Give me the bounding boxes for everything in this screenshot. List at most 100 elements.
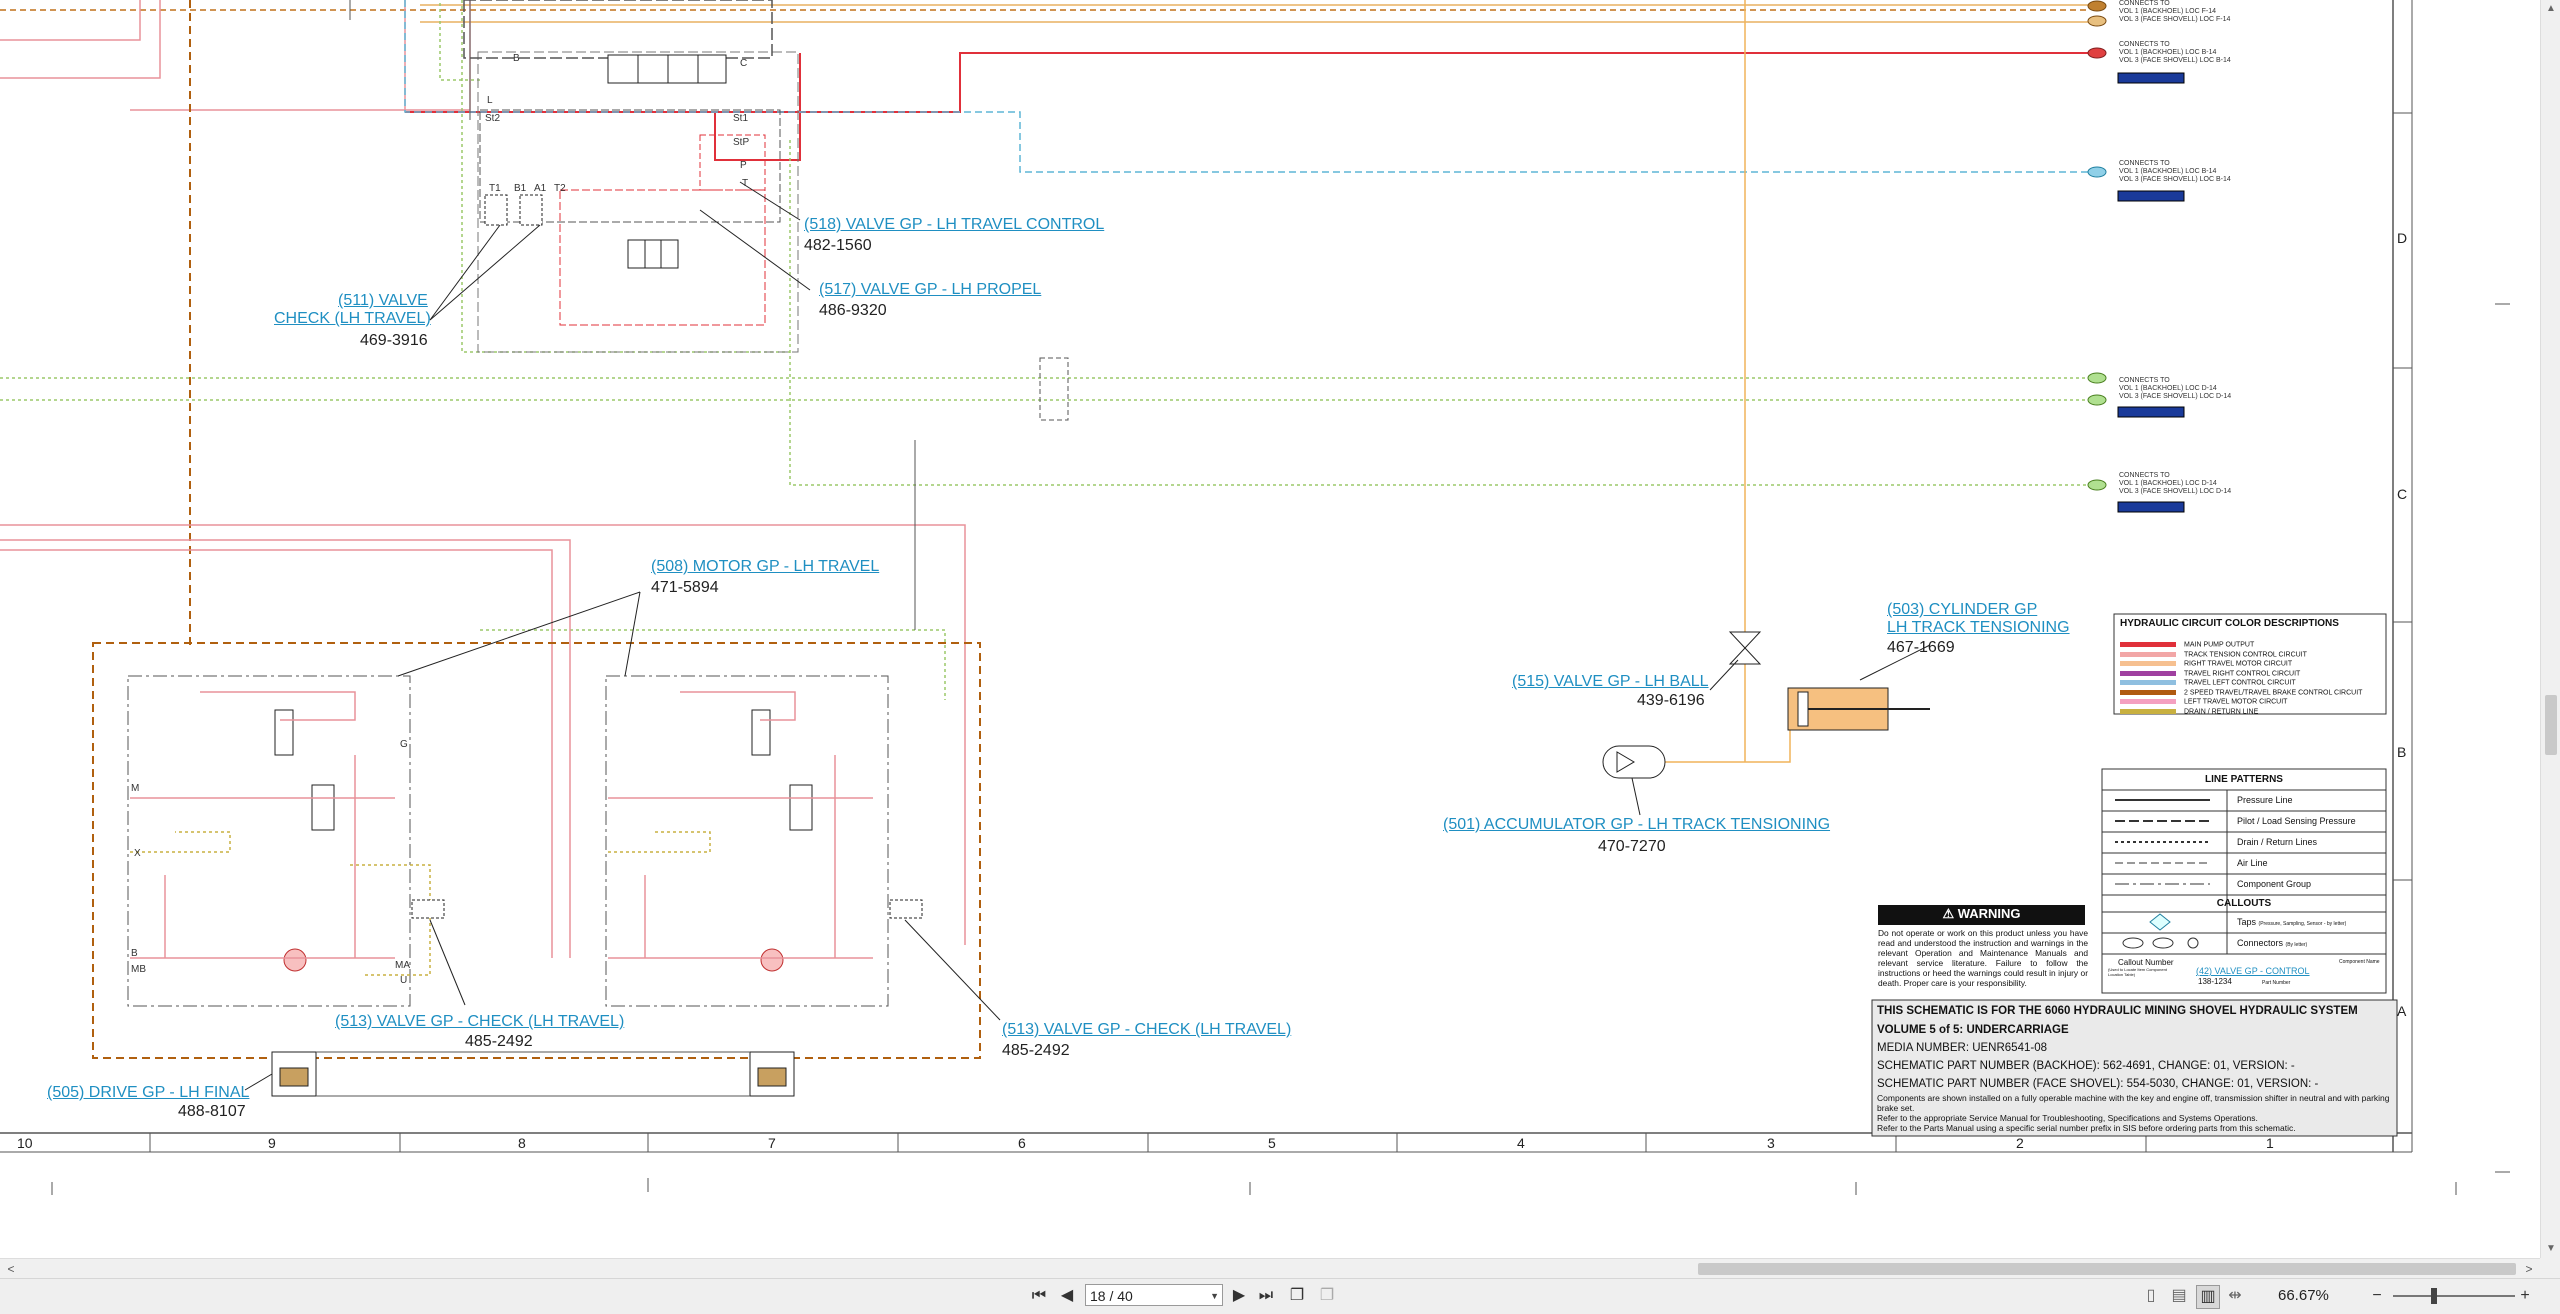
callout-505-link[interactable]: (505) DRIVE GP - LH FINAL <box>47 1084 249 1102</box>
connector-markers <box>2087 0 2107 491</box>
two-page-view-icon[interactable]: ▥ <box>2196 1285 2220 1309</box>
callout-513a-link[interactable]: (513) VALVE GP - CHECK (LH TRAVEL) <box>335 1013 624 1031</box>
port-u: U <box>400 975 408 986</box>
grid-row-c: C <box>2397 486 2408 502</box>
connector-note-1: CONNECTS TO VOL 1 (BACKHOEL) LOC F-14 VOL … <box>2119 0 2231 24</box>
port-t2: T2 <box>554 183 566 194</box>
color-legend-title: HYDRAULIC CIRCUIT COLOR DESCRIPTIONS <box>2120 618 2339 629</box>
last-page-icon[interactable]: ⏭ <box>1255 1285 1277 1307</box>
single-page-view-icon[interactable]: ▯ <box>2140 1285 2162 1307</box>
continuous-view-icon[interactable]: ▤ <box>2168 1285 2190 1307</box>
connector-note-4: CONNECTS TO VOL 1 (BACKHOEL) LOC D-14 VOL … <box>2119 377 2232 401</box>
callout-515-link[interactable]: (515) VALVE GP - LH BALL <box>1512 673 1709 691</box>
paste-page-icon[interactable]: ❐ <box>1315 1285 1339 1307</box>
copy-page-icon[interactable]: ❐ <box>1285 1285 1309 1307</box>
port-t1: T1 <box>489 183 501 194</box>
grid-col-1: 1 <box>2266 1135 2274 1151</box>
color-legend-item: 2 SPEED TRAVEL/TRAVEL BRAKE CONTROL CIRC… <box>2120 684 2362 696</box>
connector-note-2: CONNECTS TO VOL 1 (BACKHOEL) LOC B-14 VOL … <box>2119 41 2231 65</box>
color-legend-item: DRAIN / RETURN LINE <box>2120 703 2259 715</box>
zoom-out-icon[interactable]: − <box>2366 1285 2388 1307</box>
line-patterns-title: LINE PATTERNS <box>2205 774 2283 785</box>
viewer-toolbar: ⏮ ◀ 18 / 40 ▼ ▶ ⏭ ❐ ❐ ▯ ▤ ▥ ⇹ 66.67% − + <box>0 1278 2560 1314</box>
horizontal-scroll-thumb[interactable] <box>1698 1263 2516 1275</box>
scroll-left-icon[interactable]: < <box>2 1259 20 1279</box>
fit-width-icon[interactable]: ⇹ <box>2224 1285 2246 1307</box>
callout-number-sub: (Used to Locate Item Component Location … <box>2108 967 2167 977</box>
vertical-scrollbar[interactable]: ▲ ▼ <box>2540 0 2560 1258</box>
callout-503-link-2[interactable]: LH TRACK TENSIONING <box>1887 619 2070 637</box>
callout-511-link-2[interactable]: CHECK (LH TRAVEL) <box>274 310 431 328</box>
scrollbar-corner <box>2540 1258 2560 1278</box>
port-l: L <box>487 95 493 106</box>
port-b: B <box>513 53 520 64</box>
port-st2: St2 <box>485 113 501 124</box>
callout-511-part: 469-3916 <box>360 332 428 349</box>
callout-example-link: (42) VALVE GP - CONTROL <box>2196 966 2310 976</box>
title-block-line2: VOLUME 5 of 5: UNDERCARRIAGE <box>1877 1024 2069 1036</box>
port-ma: MA <box>395 960 410 971</box>
connector-note-5: CONNECTS TO VOL 1 (BACKHOEL) LOC D-14 VOL … <box>2119 472 2232 496</box>
page-number-input[interactable]: 18 / 40 ▼ <box>1085 1284 1223 1306</box>
pattern-air: Air Line <box>2237 858 2268 868</box>
port-m: M <box>131 783 140 794</box>
connectors-label: Connectors (By letter) <box>2237 938 2308 948</box>
warning-text: Do not operate or work on this product u… <box>1878 928 2088 989</box>
next-page-icon[interactable]: ▶ <box>1228 1285 1250 1307</box>
callout-511-link-1[interactable]: (511) VALVE <box>338 292 428 310</box>
callouts-title: CALLOUTS <box>2216 898 2272 909</box>
horizontal-scrollbar[interactable]: < > <box>0 1258 2540 1279</box>
schematic-canvas: 10 9 8 7 6 5 4 3 2 1 D C B A St2 St1 T1 … <box>0 0 2540 1258</box>
grid-col-2: 2 <box>2016 1135 2024 1151</box>
callout-518-link[interactable]: (518) VALVE GP - LH TRAVEL CONTROL <box>804 216 1104 234</box>
port-st1: St1 <box>733 113 749 124</box>
callout-513b-link[interactable]: (513) VALVE GP - CHECK (LH TRAVEL) <box>1002 1021 1291 1039</box>
callout-example-part: 138-1234 <box>2198 977 2232 986</box>
zoom-in-icon[interactable]: + <box>2514 1285 2536 1307</box>
callout-503-link-1[interactable]: (503) CYLINDER GP <box>1887 601 2037 619</box>
scroll-right-icon[interactable]: > <box>2520 1259 2538 1279</box>
callout-501-link[interactable]: (501) ACCUMULATOR GP - LH TRACK TENSIONI… <box>1443 816 1830 834</box>
grid-col-7: 7 <box>768 1135 776 1151</box>
pattern-pressure: Pressure Line <box>2237 795 2293 805</box>
grid-col-8: 8 <box>518 1135 526 1151</box>
grid-col-10: 10 <box>17 1135 33 1151</box>
callout-number-label: Callout Number <box>2118 958 2174 967</box>
grid-col-9: 9 <box>268 1135 276 1151</box>
zoom-slider[interactable] <box>2393 1295 2515 1297</box>
title-block-line4: SCHEMATIC PART NUMBER (BACKHOE): 562-469… <box>1877 1060 2295 1072</box>
port-p: P <box>740 160 747 171</box>
first-page-icon[interactable]: ⏮ <box>1028 1285 1050 1307</box>
scroll-down-icon[interactable]: ▼ <box>2541 1240 2560 1258</box>
title-block-line5: SCHEMATIC PART NUMBER (FACE SHOVEL): 554… <box>1877 1078 2319 1090</box>
callout-501-part: 470-7270 <box>1598 838 1666 855</box>
title-block-line6: Components are shown installed on a full… <box>1877 1093 2390 1113</box>
scroll-up-icon[interactable]: ▲ <box>2541 0 2560 18</box>
grid-row-d: D <box>2397 230 2408 246</box>
grid-row-b: B <box>2397 744 2407 760</box>
callout-508-link[interactable]: (508) MOTOR GP - LH TRAVEL <box>651 558 879 576</box>
pattern-component-group: Component Group <box>2237 879 2312 889</box>
color-legend-item: TRACK TENSION CONTROL CIRCUIT <box>2120 646 2307 658</box>
grid-col-5: 5 <box>1268 1135 1276 1151</box>
callout-503-part: 467-1669 <box>1887 639 1955 656</box>
part-number-note: Part Number <box>2262 980 2291 986</box>
port-a1: A1 <box>534 183 547 194</box>
color-legend-item: TRAVEL LEFT CONTROL CIRCUIT <box>2120 674 2296 686</box>
port-t: T <box>742 178 749 189</box>
callout-508-part: 471-5894 <box>651 579 719 596</box>
page-number-value: 18 / 40 <box>1090 1288 1133 1304</box>
pattern-drain: Drain / Return Lines <box>2237 837 2318 847</box>
color-legend-label: DRAIN / RETURN LINE <box>2184 707 2259 715</box>
vertical-scroll-thumb[interactable] <box>2545 695 2557 755</box>
callout-513a-part: 485-2492 <box>465 1033 533 1050</box>
warning-header: ⚠ WARNING <box>1942 906 2021 921</box>
callout-517-link[interactable]: (517) VALVE GP - LH PROPEL <box>819 281 1041 299</box>
zoom-level[interactable]: 66.67% <box>2278 1285 2329 1307</box>
port-x: X <box>134 848 141 859</box>
grid-col-6: 6 <box>1018 1135 1026 1151</box>
previous-page-icon[interactable]: ◀ <box>1056 1285 1078 1307</box>
color-swatch <box>2120 708 2176 714</box>
page-dropdown-icon[interactable]: ▼ <box>1210 1285 1219 1307</box>
zoom-slider-handle[interactable] <box>2431 1288 2437 1304</box>
